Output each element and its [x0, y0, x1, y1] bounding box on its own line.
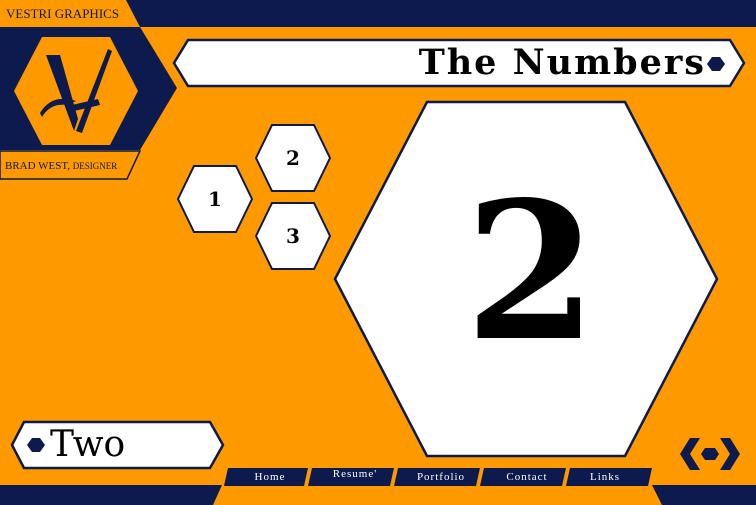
nav-resume[interactable]: Resume': [312, 466, 398, 482]
hex-center-icon: [701, 448, 719, 460]
designer-caption: BRAD WEST, DESIGNER: [5, 160, 117, 172]
nav-portfolio[interactable]: Portfolio: [398, 469, 484, 485]
thumb-2-label: 2: [286, 146, 300, 170]
next-arrow-icon[interactable]: [720, 438, 740, 470]
thumb-1-label: 1: [208, 187, 222, 211]
nav-home[interactable]: Home: [228, 469, 312, 485]
thumb-2[interactable]: 2: [254, 124, 332, 192]
bottom-band-left: [0, 485, 222, 505]
thumb-1[interactable]: 1: [176, 165, 254, 233]
page-title: The Numbers: [418, 42, 706, 83]
number-caption: Two: [50, 424, 126, 465]
nav-arrows-icon[interactable]: [678, 436, 742, 472]
nav-contact[interactable]: Contact: [484, 469, 570, 485]
thumb-3[interactable]: 3: [254, 202, 332, 270]
logo-icon[interactable]: [12, 35, 140, 147]
thumb-3-label: 3: [286, 224, 300, 248]
main-display: 2: [333, 100, 719, 458]
big-number: 2: [465, 160, 597, 383]
top-band: [126, 0, 756, 27]
designer-name: BRAD WEST,: [5, 160, 70, 172]
designer-role: DESIGNER: [72, 161, 118, 171]
nav-links[interactable]: Links: [570, 469, 640, 485]
brand-name: VESTRI GRAPHICS: [6, 6, 120, 21]
prev-arrow-icon[interactable]: [680, 438, 700, 470]
bottom-band-right: [652, 485, 756, 505]
